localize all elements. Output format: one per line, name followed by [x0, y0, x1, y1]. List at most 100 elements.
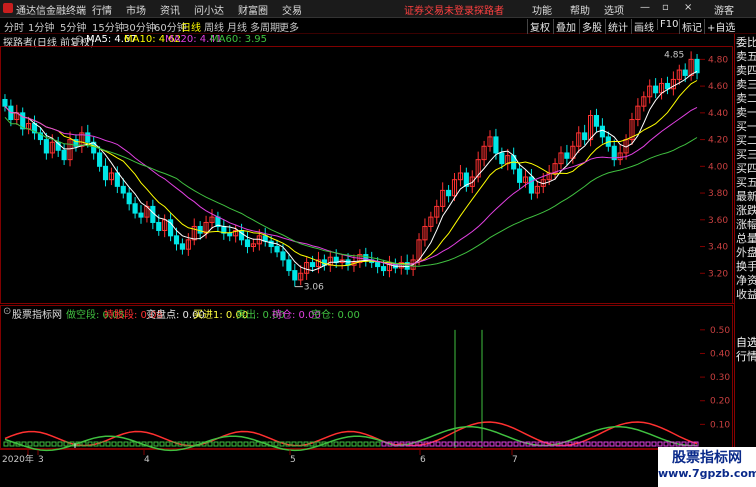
- position-marker: [27, 441, 33, 447]
- candle-body: [582, 132, 588, 141]
- position-marker: [477, 441, 483, 447]
- position-marker: [3, 441, 9, 447]
- quote-panel-label: 卖三: [736, 78, 756, 91]
- position-marker: [45, 441, 51, 447]
- candle-body: [309, 262, 316, 268]
- position-marker: [489, 441, 495, 447]
- candle-body: [280, 251, 286, 261]
- price-axis-label: 4.40: [708, 109, 728, 119]
- position-marker: [435, 441, 441, 447]
- quote-panel-label: 涨幅: [736, 218, 756, 231]
- candle-body: [227, 232, 233, 237]
- ma5-line: [4, 70, 698, 272]
- candle-body: [292, 270, 298, 281]
- candle-body: [102, 165, 109, 181]
- price-axis-label: 4.00: [708, 162, 728, 172]
- candle-body: [244, 239, 251, 248]
- position-marker: [627, 441, 633, 447]
- position-marker: [51, 441, 57, 447]
- candle-body: [499, 152, 505, 165]
- indicator-axis-label: 0.20: [710, 397, 730, 407]
- candle-body: [156, 221, 162, 231]
- quote-panel-label: 卖二: [736, 92, 756, 105]
- price-axis-label: 4.80: [708, 55, 728, 65]
- short-segment-line: [4, 426, 698, 452]
- position-marker: [105, 441, 111, 447]
- candle-body: [564, 152, 570, 159]
- candle-body: [2, 98, 8, 107]
- position-marker: [465, 441, 471, 447]
- quote-panel-tab[interactable]: 自选: [736, 336, 756, 349]
- price-axis-label: 3.40: [708, 243, 728, 253]
- position-marker: [225, 441, 231, 447]
- position-marker: [597, 441, 603, 447]
- position-marker: [153, 441, 159, 447]
- date-axis-label: 4: [144, 455, 150, 465]
- watermark-url: www.7gpzb.com: [658, 467, 756, 480]
- position-marker: [441, 441, 447, 447]
- position-marker: [117, 441, 123, 447]
- quote-panel-label: 最新: [736, 190, 756, 203]
- position-marker: [507, 441, 513, 447]
- main-pane-frame: [0, 46, 733, 304]
- candle-body: [132, 203, 138, 214]
- ma10-line: [4, 80, 698, 267]
- position-marker: [459, 441, 465, 447]
- quote-panel-label: 买二: [736, 134, 756, 147]
- position-marker: [39, 441, 45, 447]
- position-marker: [351, 441, 357, 447]
- position-marker: [633, 441, 639, 447]
- position-marker: [339, 441, 345, 447]
- candle-body: [593, 115, 600, 127]
- position-marker: [147, 441, 153, 447]
- candle-body: [85, 132, 91, 143]
- ma60-line: [4, 116, 698, 267]
- ma20-line: [4, 105, 698, 266]
- quote-panel-label: 买五: [736, 176, 756, 189]
- quote-panel-label: 卖一: [736, 106, 756, 119]
- position-marker: [111, 441, 117, 447]
- quote-panel-label: 买一: [736, 120, 756, 133]
- position-marker: [609, 441, 615, 447]
- candle-body: [682, 69, 688, 76]
- candle-body: [653, 85, 659, 94]
- kline-chart[interactable]: 4.80 4.60 4.40 4.20 4.00 3.80 3.60 3.40 3.20 4.85…: [0, 0, 734, 487]
- candle-body: [446, 189, 452, 197]
- position-marker: [357, 441, 363, 447]
- position-marker: [645, 441, 651, 447]
- position-marker: [639, 441, 645, 447]
- position-marker: [33, 441, 39, 447]
- high-price-annotation: 4.85: [664, 50, 684, 60]
- position-marker: [501, 441, 507, 447]
- quote-panel-tab[interactable]: 行情: [736, 350, 756, 363]
- quote-panel-label: 买四: [736, 162, 756, 175]
- watermark: 股票指标网 www.7gpzb.com: [658, 447, 756, 487]
- position-marker: [483, 441, 489, 447]
- quote-panel-label: 卖五: [736, 50, 756, 63]
- price-axis-label: 4.60: [708, 82, 728, 92]
- candle-body: [126, 192, 132, 205]
- position-marker: [231, 441, 237, 447]
- position-marker: [447, 441, 453, 447]
- position-marker: [57, 441, 63, 447]
- position-marker: [255, 441, 261, 447]
- candle-body: [61, 149, 67, 161]
- candle-body: [664, 82, 671, 90]
- date-axis-label: 2020年: [2, 453, 34, 465]
- candle-body: [528, 176, 534, 194]
- candle-body: [517, 168, 523, 183]
- candle-body: [493, 136, 499, 154]
- price-axis-label: 4.20: [708, 136, 728, 146]
- candle-body: [179, 243, 185, 250]
- position-marker: [471, 441, 477, 447]
- position-marker: [369, 441, 375, 447]
- candle-body: [286, 259, 292, 272]
- position-marker: [585, 441, 591, 447]
- quote-panel-label: 净资: [736, 274, 756, 287]
- position-marker: [663, 441, 669, 447]
- position-marker: [603, 441, 609, 447]
- date-axis-label: 5: [290, 455, 296, 465]
- position-marker: [129, 441, 135, 447]
- candle-body: [375, 262, 381, 268]
- candle-body: [197, 225, 203, 234]
